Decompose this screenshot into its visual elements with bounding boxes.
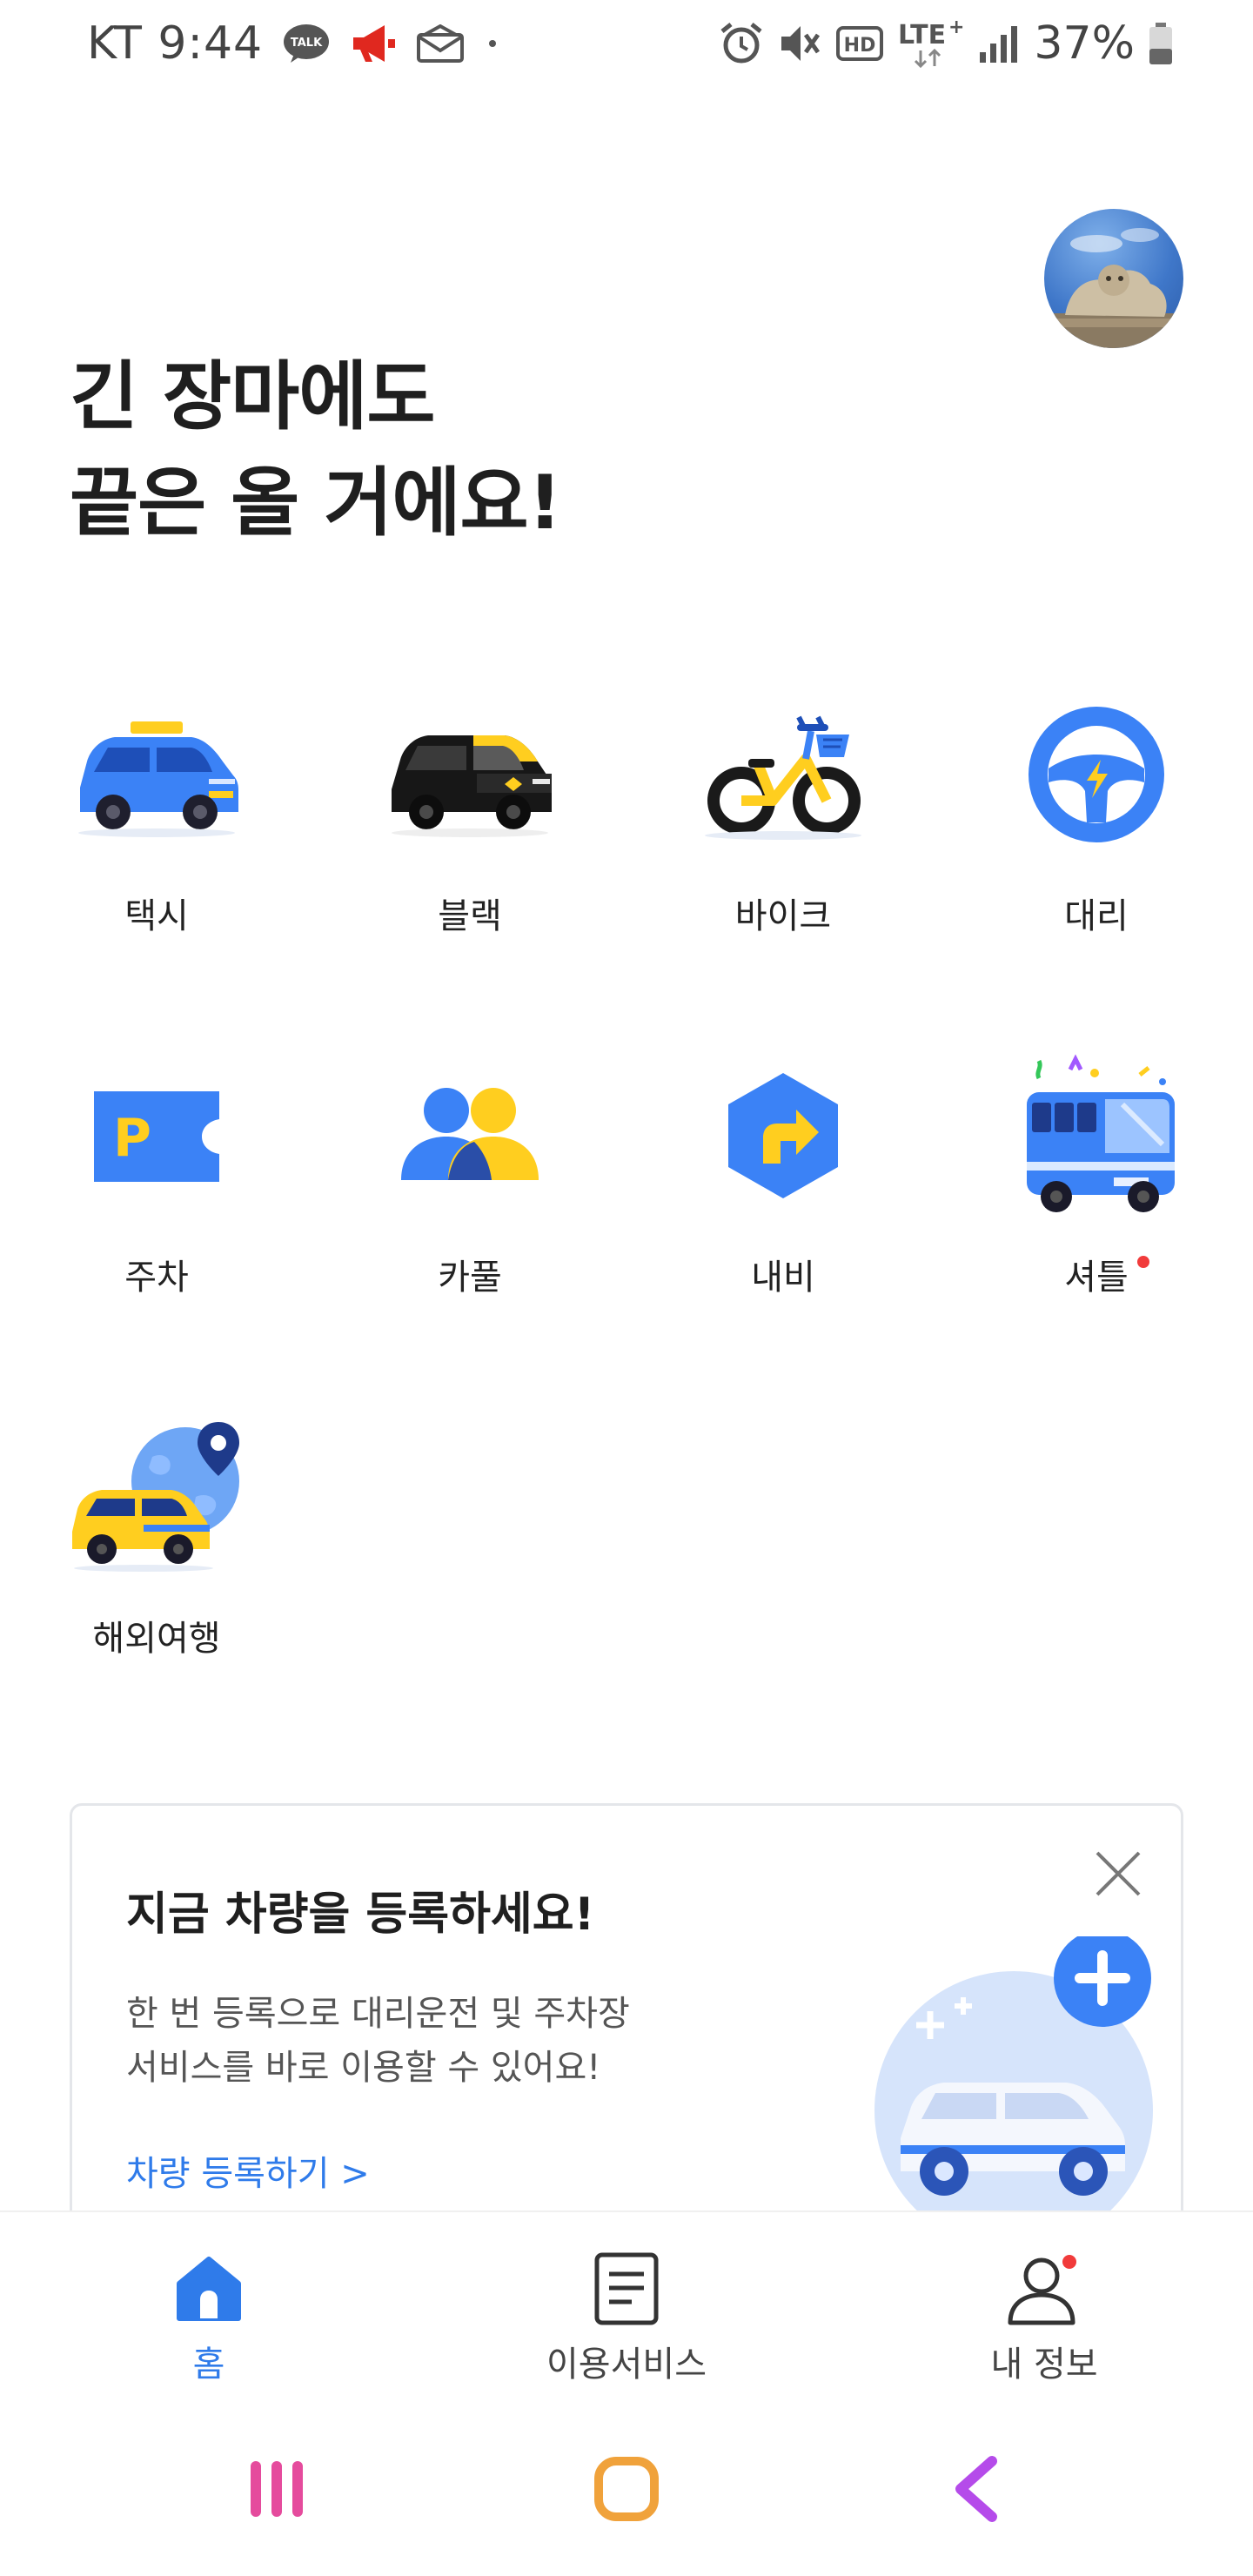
black-car-icon (313, 688, 626, 862)
new-badge-dot (1137, 1256, 1149, 1268)
headline-line1: 긴 장마에도 (70, 353, 436, 440)
service-label: 대리 (1064, 896, 1129, 936)
service-label: 해외여행 (92, 1619, 221, 1659)
carpool-people-icon (313, 1049, 626, 1223)
tab-services[interactable]: 이용서비스 (418, 2212, 835, 2386)
service-navi[interactable]: 내비 (626, 1049, 940, 1379)
shuttle-bus-icon (940, 1049, 1253, 1223)
system-navigation-bar (0, 2402, 1253, 2576)
home-button-icon[interactable] (574, 2437, 679, 2541)
service-taxi[interactable]: 택시 (0, 688, 313, 1018)
tab-label: 내 정보 (990, 2345, 1098, 2385)
service-bike[interactable]: 바이크 (626, 688, 940, 1018)
register-vehicle-link[interactable]: 차량 등록하기 > (126, 2145, 370, 2196)
vehicle-register-card[interactable]: 지금 차량을 등록하세요! 한 번 등록으로 대리운전 및 주차장 서비스를 바… (70, 1803, 1183, 2256)
back-icon[interactable] (926, 2437, 1030, 2541)
profile-avatar[interactable] (1044, 209, 1183, 348)
cell-signal-icon (978, 23, 1022, 64)
service-carpool[interactable]: 카풀 (313, 1049, 626, 1379)
service-label: 바이크 (734, 896, 832, 936)
mail-notification-icon (416, 24, 465, 63)
person-icon (835, 2247, 1253, 2331)
service-label: 블랙 (438, 896, 502, 936)
service-overseas-travel[interactable]: 해외여행 (0, 1410, 313, 1741)
parking-ticket-icon: P (0, 1049, 313, 1223)
kakaotalk-notification-icon: TALK (282, 23, 331, 64)
navigation-icon (626, 1049, 940, 1223)
card-description-line2: 서비스를 바로 이용할 수 있어요! (126, 2048, 601, 2088)
tab-label: 이용서비스 (546, 2345, 707, 2385)
lte-signal-icon: LTE + (896, 17, 966, 70)
service-parking[interactable]: P 주차 (0, 1049, 313, 1379)
service-label: 택시 (124, 896, 189, 936)
service-driver[interactable]: 대리 (940, 688, 1253, 1018)
card-description: 한 번 등록으로 대리운전 및 주차장 서비스를 바로 이용할 수 있어요! (126, 1987, 630, 2095)
more-notifications-dot-icon (484, 35, 501, 52)
card-title: 지금 차량을 등록하세요! (126, 1888, 595, 1941)
steering-wheel-icon (940, 688, 1253, 862)
service-label: 카풀 (438, 1258, 502, 1298)
hd-voice-icon: HD (835, 24, 884, 63)
service-label: 주차 (124, 1258, 189, 1298)
svg-text:LTE: LTE (898, 20, 946, 50)
close-icon[interactable] (1092, 1848, 1144, 1900)
bottom-navigation: 홈 이용서비스 내 정보 (0, 2210, 1253, 2385)
service-shuttle[interactable]: 셔틀 (940, 1049, 1253, 1379)
service-black[interactable]: 블랙 (313, 688, 626, 1018)
alarm-icon (719, 21, 764, 66)
service-label: 내비 (751, 1258, 815, 1298)
overseas-travel-icon (0, 1410, 313, 1584)
tab-my-info[interactable]: 내 정보 (835, 2212, 1253, 2386)
carrier-time: KT 9:44 (87, 17, 264, 70)
car-register-illustration (874, 1929, 1170, 2253)
taxi-icon (0, 688, 313, 862)
greeting-headline: 긴 장마에도 끝은 올 거에요! (70, 344, 562, 556)
megaphone-notification-icon (350, 22, 397, 65)
battery-icon (1147, 21, 1175, 66)
svg-text:HD: HD (844, 35, 876, 57)
tab-label: 홈 (192, 2345, 225, 2385)
svg-text:P: P (113, 1108, 151, 1169)
svg-text:+: + (948, 17, 964, 38)
battery-percent: 37% (1034, 17, 1135, 70)
bike-icon (626, 688, 940, 862)
recent-apps-icon[interactable] (224, 2437, 329, 2541)
card-description-line1: 한 번 등록으로 대리운전 및 주차장 (126, 1994, 630, 2034)
vibrate-mute-icon (776, 21, 823, 66)
svg-text:TALK: TALK (291, 37, 323, 50)
tab-home[interactable]: 홈 (0, 2212, 418, 2386)
headline-line2: 끝은 올 거에요! (70, 460, 562, 547)
home-icon (0, 2247, 418, 2331)
document-list-icon (418, 2247, 835, 2331)
status-bar: KT 9:44 TALK HD LTE + 37% (0, 0, 1253, 87)
service-label: 셔틀 (1064, 1258, 1129, 1298)
